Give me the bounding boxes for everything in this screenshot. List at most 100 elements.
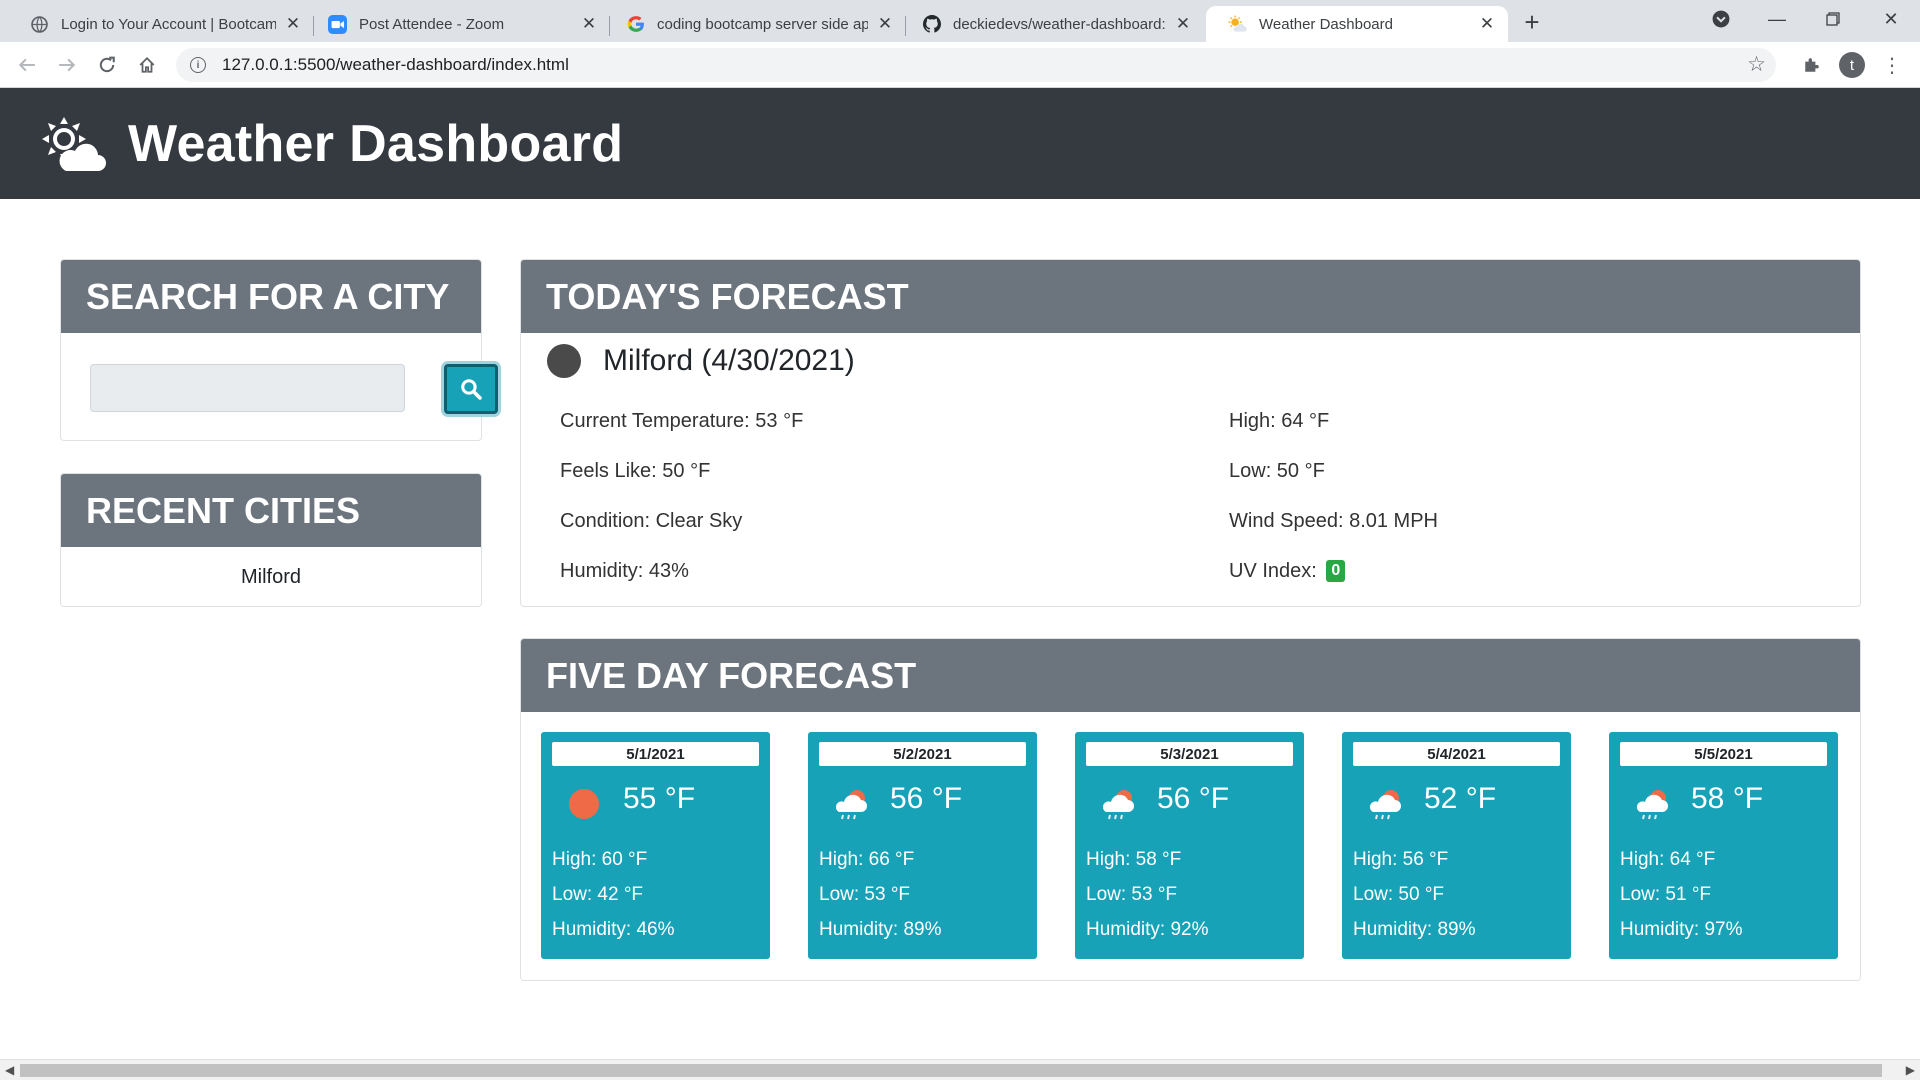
zoom-icon bbox=[328, 14, 347, 34]
github-icon bbox=[922, 15, 941, 34]
forecast-low: Low: 53 °F bbox=[1086, 884, 1178, 905]
forecast-humidity: Humidity: 46% bbox=[552, 919, 675, 940]
uv-index: UV Index: 0 bbox=[1229, 560, 1346, 583]
close-icon[interactable]: ✕ bbox=[1174, 14, 1192, 33]
minimize-button[interactable]: — bbox=[1754, 0, 1800, 38]
today-heading: TODAY'S FORECAST bbox=[521, 260, 1860, 333]
browser-tab-2[interactable]: Post Attendee - Zoom ✕ bbox=[306, 6, 610, 42]
scrollbar-thumb[interactable] bbox=[20, 1064, 1882, 1077]
forward-arrow-icon[interactable] bbox=[52, 50, 82, 80]
scroll-left-arrow-icon[interactable]: ◀ bbox=[5, 1063, 14, 1077]
browser-toolbar: i 127.0.0.1:5500/weather-dashboard/index… bbox=[0, 42, 1920, 88]
reload-icon[interactable] bbox=[92, 50, 122, 80]
condition: Condition: Clear Sky bbox=[560, 510, 743, 532]
forecast-date: 5/4/2021 bbox=[1353, 742, 1560, 766]
feels-like: Feels Like: 50 °F bbox=[560, 460, 711, 482]
high-temperature: High: 64 °F bbox=[1229, 410, 1330, 432]
menu-kebab-icon[interactable]: ⋮ bbox=[1877, 50, 1907, 80]
forecast-date: 5/2/2021 bbox=[819, 742, 1026, 766]
tab-title: Post Attendee - Zoom bbox=[359, 15, 505, 33]
extensions-puzzle-icon[interactable] bbox=[1797, 50, 1827, 80]
forecast-high: High: 66 °F bbox=[819, 849, 915, 870]
forecast-temperature: 55 °F bbox=[623, 782, 696, 815]
forecast-high: High: 60 °F bbox=[552, 849, 648, 870]
close-icon[interactable]: ✕ bbox=[580, 14, 598, 33]
forecast-humidity: Humidity: 97% bbox=[1620, 919, 1743, 940]
humidity: Humidity: 43% bbox=[560, 560, 689, 582]
forecast-low: Low: 50 °F bbox=[1353, 884, 1445, 905]
forecast-day-card: 5/4/2021 52 °F High: 56 °F Low: 50 °F Hu… bbox=[1342, 732, 1571, 959]
recent-heading: RECENT CITIES bbox=[61, 474, 481, 547]
google-icon bbox=[626, 15, 645, 34]
rain-icon bbox=[1102, 790, 1134, 820]
forecast-day-card: 5/5/2021 58 °F High: 64 °F Low: 51 °F Hu… bbox=[1609, 732, 1838, 959]
close-icon[interactable]: ✕ bbox=[284, 14, 302, 33]
forecast-date: 5/3/2021 bbox=[1086, 742, 1293, 766]
horizontal-scrollbar[interactable]: ◀ ▶ bbox=[0, 1059, 1920, 1080]
back-arrow-icon[interactable] bbox=[12, 50, 42, 80]
forecast-temperature: 56 °F bbox=[890, 782, 963, 815]
search-card: SEARCH FOR A CITY bbox=[60, 259, 498, 441]
profile-avatar[interactable]: t bbox=[1837, 50, 1867, 80]
search-icon bbox=[461, 379, 482, 400]
city-date-heading: Milford (4/30/2021) bbox=[603, 344, 855, 377]
today-forecast-card: TODAY'S FORECAST Milford (4/30/2021) Cur… bbox=[520, 259, 1861, 607]
browser-tab-bar: Login to Your Account | Bootcamp ✕ Post … bbox=[0, 0, 1920, 42]
url-text: 127.0.0.1:5500/weather-dashboard/index.h… bbox=[222, 55, 569, 74]
forecast-day-card: 5/3/2021 56 °F High: 58 °F Low: 53 °F Hu… bbox=[1075, 732, 1304, 959]
maximize-button[interactable] bbox=[1810, 0, 1856, 38]
forecast-day-card: 5/2/2021 56 °F High: 66 °F Low: 53 °F Hu… bbox=[808, 732, 1037, 959]
browser-tab-5-active[interactable]: Weather Dashboard ✕ bbox=[1206, 6, 1508, 42]
browser-tab-1[interactable]: Login to Your Account | Bootcamp ✕ bbox=[8, 6, 314, 42]
forecast-day-card: 5/1/2021 55 °F High: 60 °F Low: 42 °F Hu… bbox=[541, 732, 770, 959]
forecast-high: High: 58 °F bbox=[1086, 849, 1182, 870]
close-icon[interactable]: ✕ bbox=[876, 14, 894, 33]
recent-city-item[interactable]: Milford bbox=[61, 547, 481, 607]
wind-speed: Wind Speed: 8.01 MPH bbox=[1229, 510, 1438, 532]
tab-search-button[interactable] bbox=[1698, 0, 1744, 38]
five-day-forecast-card: FIVE DAY FORECAST 5/1/2021 55 °F High: 6… bbox=[520, 638, 1861, 981]
current-temperature: Current Temperature: 53 °F bbox=[560, 410, 804, 432]
new-tab-button[interactable]: + bbox=[1518, 7, 1546, 37]
uv-index-label: UV Index: bbox=[1229, 560, 1317, 582]
close-window-button[interactable]: ✕ bbox=[1868, 0, 1914, 38]
forecast-high: High: 64 °F bbox=[1620, 849, 1716, 870]
forecast-humidity: Humidity: 92% bbox=[1086, 919, 1209, 940]
browser-tab-4[interactable]: deckiedevs/weather-dashboard: ✕ bbox=[900, 6, 1204, 42]
globe-icon bbox=[30, 15, 49, 34]
tab-title: Login to Your Account | Bootcamp bbox=[61, 15, 276, 33]
home-icon[interactable] bbox=[132, 50, 162, 80]
sun-cloud-icon bbox=[1228, 15, 1247, 34]
site-info-icon[interactable]: i bbox=[190, 57, 206, 73]
today-title: Milford (4/30/2021) bbox=[547, 344, 855, 378]
search-button[interactable] bbox=[444, 364, 498, 414]
forecast-temperature: 58 °F bbox=[1691, 782, 1764, 815]
page-title: Weather Dashboard bbox=[128, 114, 624, 173]
weather-condition-icon bbox=[547, 344, 581, 378]
site-header: Weather Dashboard bbox=[0, 88, 1920, 199]
bookmark-star-icon[interactable]: ☆ bbox=[1747, 52, 1766, 77]
rain-icon bbox=[1369, 790, 1401, 820]
forecast-low: Low: 51 °F bbox=[1620, 884, 1712, 905]
low-temperature: Low: 50 °F bbox=[1229, 460, 1325, 482]
forecast-low: Low: 53 °F bbox=[819, 884, 911, 905]
tab-title: coding bootcamp server side api bbox=[657, 15, 868, 33]
rain-icon bbox=[1636, 790, 1668, 820]
address-bar[interactable]: i 127.0.0.1:5500/weather-dashboard/index… bbox=[176, 48, 1776, 82]
search-input[interactable] bbox=[90, 364, 405, 412]
five-day-heading: FIVE DAY FORECAST bbox=[521, 639, 1860, 712]
recent-cities-card: RECENT CITIES Milford bbox=[60, 473, 482, 607]
browser-tab-3[interactable]: coding bootcamp server side api ✕ bbox=[604, 6, 906, 42]
forecast-date: 5/1/2021 bbox=[552, 742, 759, 766]
close-icon[interactable]: ✕ bbox=[1478, 14, 1496, 33]
forecast-date: 5/5/2021 bbox=[1620, 742, 1827, 766]
forecast-high: High: 56 °F bbox=[1353, 849, 1449, 870]
forecast-humidity: Humidity: 89% bbox=[1353, 919, 1476, 940]
forecast-humidity: Humidity: 89% bbox=[819, 919, 942, 940]
scroll-right-arrow-icon[interactable]: ▶ bbox=[1906, 1063, 1915, 1077]
forecast-low: Low: 42 °F bbox=[552, 884, 644, 905]
sun-cloud-icon bbox=[38, 115, 106, 173]
uv-index-badge: 0 bbox=[1326, 560, 1346, 582]
sun-icon bbox=[569, 789, 599, 819]
forecast-temperature: 52 °F bbox=[1424, 782, 1497, 815]
